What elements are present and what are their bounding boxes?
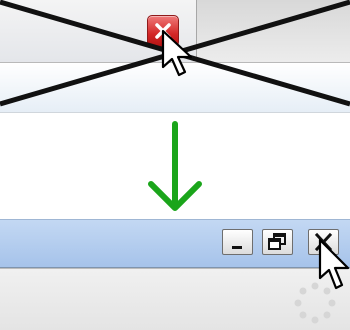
tutorial-illustration <box>0 0 350 330</box>
minimize-icon <box>232 246 242 249</box>
arrow-down-icon <box>148 121 202 211</box>
restore-icon <box>268 233 286 250</box>
minimize-button[interactable] <box>222 229 253 255</box>
restore-button[interactable] <box>262 229 293 255</box>
wrong-close-example <box>0 0 350 113</box>
mouse-pointer-icon <box>318 238 350 290</box>
window-titlebar <box>0 219 350 268</box>
mouse-pointer-icon <box>161 29 193 77</box>
